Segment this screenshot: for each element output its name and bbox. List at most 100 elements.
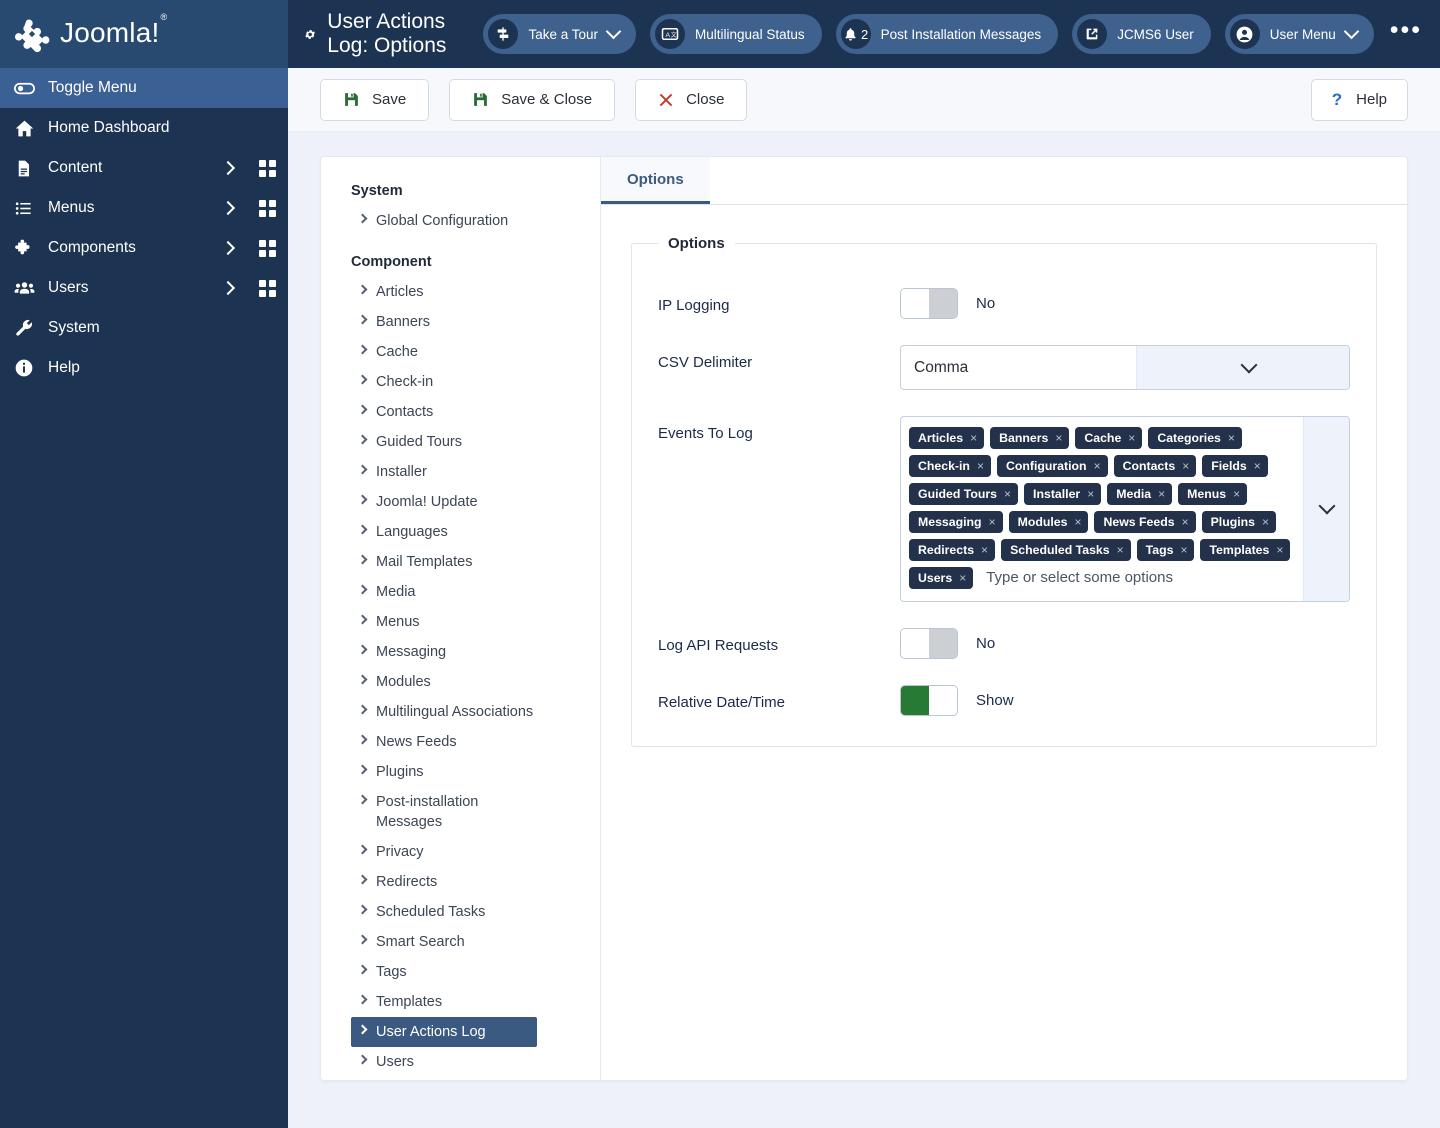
tag-remove-icon[interactable]: × [1117, 543, 1124, 557]
tag-chip[interactable]: Media× [1107, 483, 1172, 505]
tag-chip[interactable]: Banners× [990, 427, 1069, 449]
tag-remove-icon[interactable]: × [1276, 543, 1283, 557]
events-to-log-dropdown-button[interactable] [1303, 417, 1349, 601]
tag-remove-icon[interactable]: × [981, 543, 988, 557]
tag-chip[interactable]: Categories× [1148, 427, 1242, 449]
tag-chip[interactable]: Check-in× [909, 455, 991, 477]
tag-chip[interactable]: Cache× [1075, 427, 1142, 449]
tag-remove-icon[interactable]: × [1182, 515, 1189, 529]
sidebar-item-toggle-menu[interactable]: Toggle Menu [0, 68, 288, 108]
component-list-item-cache[interactable]: Cache [351, 337, 543, 367]
tag-chip[interactable]: Fields× [1202, 455, 1268, 477]
tag-chip[interactable]: Menus× [1178, 483, 1247, 505]
component-list-item-articles[interactable]: Articles [351, 277, 543, 307]
relative-datetime-toggle[interactable] [900, 685, 958, 716]
component-list-item-news-feeds[interactable]: News Feeds [351, 727, 543, 757]
component-list-item-joomla-update[interactable]: Joomla! Update [351, 487, 543, 517]
sidebar-item-help[interactable]: Help [0, 348, 288, 388]
component-list-item-media[interactable]: Media [351, 577, 543, 607]
user-menu-button[interactable]: User Menu [1225, 14, 1374, 54]
tag-chip[interactable]: Users× [909, 567, 973, 589]
tag-chip[interactable]: Contacts× [1114, 455, 1197, 477]
tag-remove-icon[interactable]: × [970, 431, 977, 445]
ip-logging-toggle[interactable] [900, 288, 958, 319]
tag-chip[interactable]: Redirects× [909, 539, 995, 561]
component-list-item-scheduled-tasks[interactable]: Scheduled Tasks [351, 897, 543, 927]
help-button[interactable]: ? Help [1311, 79, 1408, 121]
sidebar-item-menus[interactable]: Menus [0, 188, 288, 228]
expand-menus-button[interactable] [210, 203, 246, 213]
tag-remove-icon[interactable]: × [1004, 487, 1011, 501]
tag-remove-icon[interactable]: × [959, 571, 966, 585]
component-list-item-modules[interactable]: Modules [351, 667, 543, 697]
tag-chip[interactable]: Modules× [1009, 511, 1089, 533]
tag-remove-icon[interactable]: × [1228, 431, 1235, 445]
tag-chip[interactable]: Plugins× [1202, 511, 1276, 533]
component-list-item-smart-search[interactable]: Smart Search [351, 927, 543, 957]
tag-remove-icon[interactable]: × [1055, 431, 1062, 445]
component-list-item-messaging[interactable]: Messaging [351, 637, 543, 667]
sidebar-item-system[interactable]: System [0, 308, 288, 348]
component-list-item-user-actions-log[interactable]: User Actions Log [351, 1017, 537, 1047]
component-list-item-privacy[interactable]: Privacy [351, 837, 543, 867]
component-list-item-templates[interactable]: Templates [351, 987, 543, 1017]
component-list-item-banners[interactable]: Banners [351, 307, 543, 337]
component-list-item-tags[interactable]: Tags [351, 957, 543, 987]
tag-chip[interactable]: Messaging× [909, 511, 1003, 533]
tag-remove-icon[interactable]: × [1087, 487, 1094, 501]
tag-chip[interactable]: Templates× [1200, 539, 1290, 561]
tag-chip[interactable]: Tags× [1137, 539, 1195, 561]
tag-chip[interactable]: Guided Tours× [909, 483, 1018, 505]
sidebar-item-home-dashboard[interactable]: Home Dashboard [0, 108, 288, 148]
tag-remove-icon[interactable]: × [1180, 543, 1187, 557]
component-list-item-guided-tours[interactable]: Guided Tours [351, 427, 543, 457]
expand-users-button[interactable] [210, 283, 246, 293]
save-and-close-button[interactable]: Save & Close [449, 79, 615, 121]
tag-chip[interactable]: Scheduled Tasks× [1001, 539, 1131, 561]
tag-remove-icon[interactable]: × [1262, 515, 1269, 529]
tag-remove-icon[interactable]: × [1128, 431, 1135, 445]
tag-chip[interactable]: News Feeds× [1094, 511, 1195, 533]
overflow-menu-button[interactable]: ••• [1390, 18, 1422, 43]
component-list-item-global-configuration[interactable]: Global Configuration [351, 206, 543, 236]
component-list-item-mail-templates[interactable]: Mail Templates [351, 547, 543, 577]
csv-delimiter-select[interactable]: Comma [900, 345, 1350, 390]
tag-remove-icon[interactable]: × [1254, 459, 1261, 473]
post-installation-messages-button[interactable]: 2 Post Installation Messages [836, 14, 1059, 54]
component-list-item-languages[interactable]: Languages [351, 517, 543, 547]
events-to-log-field[interactable]: Articles× Banners× Cache× Categories× Ch… [900, 416, 1350, 602]
component-list-item-check-in[interactable]: Check-in [351, 367, 543, 397]
tag-chip[interactable]: Articles× [909, 427, 984, 449]
tag-remove-icon[interactable]: × [1074, 515, 1081, 529]
sidebar-item-users[interactable]: Users [0, 268, 288, 308]
component-list-item-users[interactable]: Users [351, 1047, 543, 1077]
expand-content-button[interactable] [210, 163, 246, 173]
tab-options[interactable]: Options [601, 157, 710, 204]
brand-logo-area[interactable]: Joomla!® [0, 0, 288, 68]
component-list-item-post-installation-messages[interactable]: Post-installation Messages [351, 787, 543, 837]
component-list-item-menus[interactable]: Menus [351, 607, 543, 637]
component-list-item-redirects[interactable]: Redirects [351, 867, 543, 897]
take-a-tour-button[interactable]: Take a Tour [483, 14, 636, 54]
close-button[interactable]: Close [635, 79, 747, 121]
tag-chip[interactable]: Configuration× [997, 455, 1108, 477]
components-dashboard-button[interactable] [246, 240, 288, 257]
component-list-item-multilingual-associations[interactable]: Multilingual Associations [351, 697, 543, 727]
component-list-item-plugins[interactable]: Plugins [351, 757, 543, 787]
tag-remove-icon[interactable]: × [989, 515, 996, 529]
users-dashboard-button[interactable] [246, 280, 288, 297]
tag-remove-icon[interactable]: × [1233, 487, 1240, 501]
component-list-item-contacts[interactable]: Contacts [351, 397, 543, 427]
menus-dashboard-button[interactable] [246, 200, 288, 217]
content-dashboard-button[interactable] [246, 160, 288, 177]
sidebar-item-components[interactable]: Components [0, 228, 288, 268]
chevron-down-icon[interactable] [1136, 346, 1349, 389]
tag-remove-icon[interactable]: × [1158, 487, 1165, 501]
sidebar-item-content[interactable]: Content [0, 148, 288, 188]
save-button[interactable]: Save [320, 79, 429, 121]
tag-remove-icon[interactable]: × [1182, 459, 1189, 473]
multilingual-status-button[interactable]: A文 Multilingual Status [650, 14, 822, 54]
tag-remove-icon[interactable]: × [977, 459, 984, 473]
log-api-requests-toggle[interactable] [900, 628, 958, 659]
component-list-item-installer[interactable]: Installer [351, 457, 543, 487]
